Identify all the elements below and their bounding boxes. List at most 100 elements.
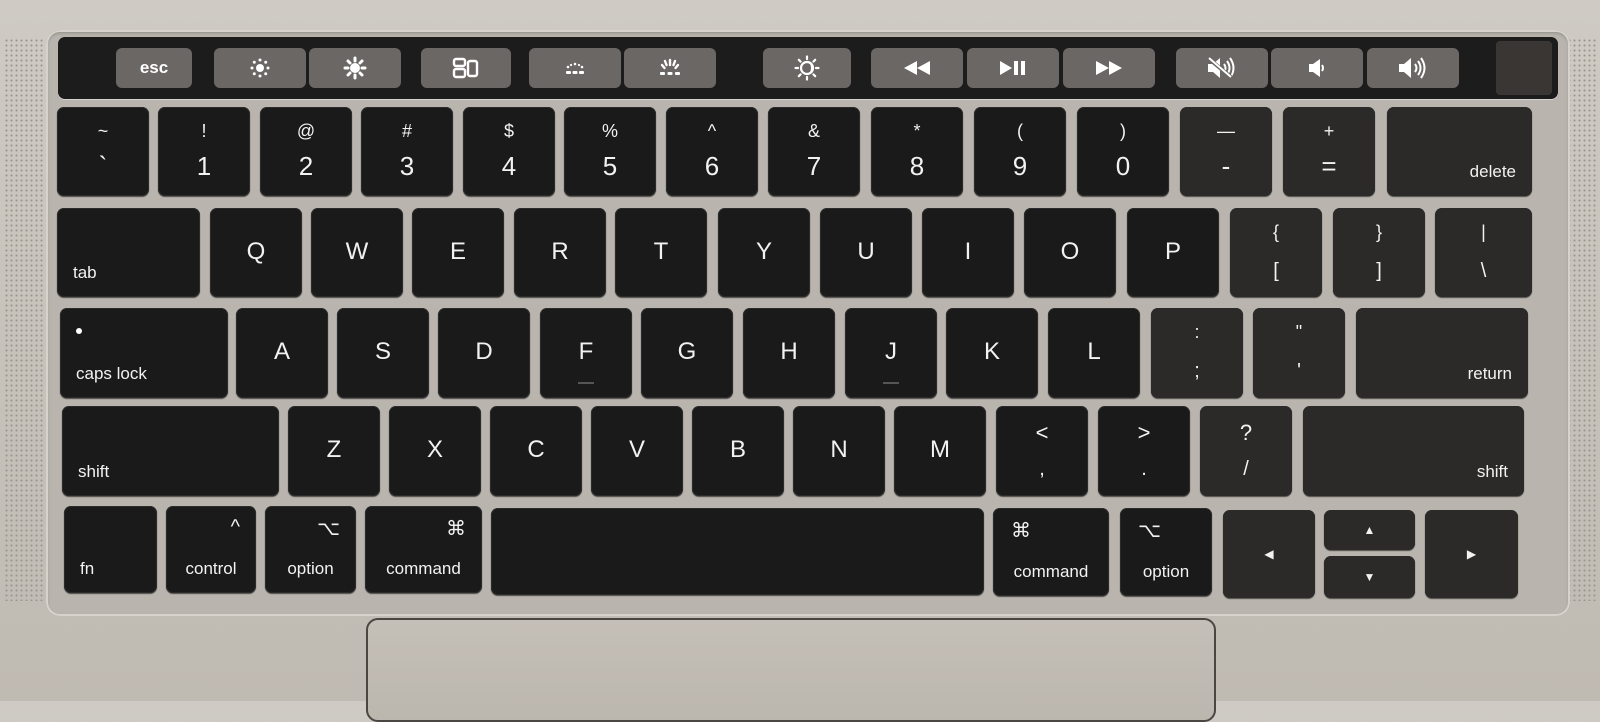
key-shift-symbol: % — [601, 121, 618, 141]
key-p[interactable]: P — [1127, 208, 1219, 297]
key-return[interactable]: return — [1356, 308, 1528, 398]
brightness-down-icon — [250, 58, 270, 78]
key-i[interactable]: I — [922, 208, 1014, 297]
key-left-option[interactable]: ⌥ option — [265, 506, 356, 593]
key-1[interactable]: ! 1 — [158, 107, 250, 196]
key-shift-symbol: { — [1272, 222, 1279, 242]
key-delete[interactable]: delete — [1387, 107, 1532, 196]
touchbar-brightness-up-button[interactable] — [309, 48, 401, 88]
touchbar-mission-control-button[interactable] — [421, 48, 511, 88]
key-2[interactable]: @2 — [260, 107, 352, 196]
key-letter: F — [578, 338, 594, 365]
key-z[interactable]: Z — [288, 406, 380, 496]
key-arrow-up[interactable]: ▲ — [1324, 510, 1415, 550]
key-letter: U — [857, 238, 875, 265]
key-r[interactable]: R — [514, 208, 606, 297]
key-right-command[interactable]: ⌘ command — [993, 508, 1109, 596]
key-open-bracket[interactable]: {[ — [1230, 208, 1322, 297]
key-caps-lock[interactable]: caps lock — [60, 308, 228, 398]
key-k[interactable]: K — [946, 308, 1038, 398]
key-equals[interactable]: + = — [1283, 107, 1375, 196]
touchbar-esc-button[interactable]: esc — [116, 48, 192, 88]
key-9[interactable]: (9 — [974, 107, 1066, 196]
key-b[interactable]: B — [692, 406, 784, 496]
trackpad[interactable] — [366, 618, 1216, 722]
key-n[interactable]: N — [793, 406, 885, 496]
touchbar-fast-forward-button[interactable] — [1063, 48, 1155, 88]
key-6[interactable]: ^ 6 — [666, 107, 758, 196]
key-arrow-right[interactable]: ▶ — [1425, 510, 1518, 598]
key-shift-symbol: @ — [296, 121, 316, 141]
touchbar-night-shift-button[interactable] — [763, 48, 851, 88]
key-h[interactable]: H — [743, 308, 835, 398]
key-x[interactable]: X — [389, 406, 481, 496]
key-left-shift[interactable]: shift — [62, 406, 279, 496]
key-j[interactable]: J — [845, 308, 937, 398]
key-right-shift[interactable]: shift — [1303, 406, 1524, 496]
key-v[interactable]: V — [591, 406, 683, 496]
key-m[interactable]: M — [894, 406, 986, 496]
key-y[interactable]: Y — [718, 208, 810, 297]
key-3[interactable]: #3 — [361, 107, 453, 196]
touchbar-keyboard-light-up-button[interactable] — [624, 48, 716, 88]
key-a[interactable]: A — [236, 308, 328, 398]
speaker-grille-left — [4, 38, 44, 601]
touchbar-volume-up-button[interactable] — [1367, 48, 1459, 88]
key-letter: G — [677, 338, 697, 365]
key-l[interactable]: L — [1048, 308, 1140, 398]
key-0[interactable]: ) 0 — [1077, 107, 1169, 196]
touchbar-play-pause-button[interactable] — [967, 48, 1059, 88]
key-space[interactable] — [491, 508, 984, 595]
key-s[interactable]: S — [337, 308, 429, 398]
key-q[interactable]: Q — [210, 208, 302, 297]
key-minus[interactable]: — - — [1180, 107, 1272, 196]
key-symbol: 9 — [1012, 151, 1028, 181]
key-e[interactable]: E — [412, 208, 504, 297]
delete-label: delete — [1469, 162, 1516, 181]
key-close-bracket[interactable]: }] — [1333, 208, 1425, 297]
option-label: option — [287, 559, 334, 578]
key-right-option[interactable]: ⌥ option — [1120, 508, 1212, 596]
key-5[interactable]: % 5 — [564, 107, 656, 196]
key-symbol: 4 — [501, 151, 517, 181]
key-8[interactable]: * 8 — [871, 107, 963, 196]
key-f[interactable]: F — [540, 308, 632, 398]
key-backtick[interactable]: ~ ` — [57, 107, 149, 196]
key-arrow-down[interactable]: ▼ — [1324, 556, 1415, 598]
option-symbol: ⌥ — [316, 518, 340, 540]
key-semicolon[interactable]: :; — [1151, 308, 1243, 398]
key-o[interactable]: O — [1024, 208, 1116, 297]
key-quote[interactable]: " ' — [1253, 308, 1345, 398]
key-u[interactable]: U — [820, 208, 912, 297]
key-shift-symbol: ^ — [707, 121, 717, 141]
key-slash[interactable]: ? / — [1200, 406, 1292, 496]
brightness-up-icon — [343, 56, 367, 80]
key-c[interactable]: C — [490, 406, 582, 496]
key-7[interactable]: & 7 — [768, 107, 860, 196]
key-w[interactable]: W — [311, 208, 403, 297]
key-tab[interactable]: tab — [57, 208, 200, 297]
key-left-command[interactable]: ⌘ command — [365, 506, 482, 593]
key-letter: R — [551, 238, 569, 265]
key-comma[interactable]: <, — [996, 406, 1088, 496]
touchbar-mute-button[interactable] — [1176, 48, 1268, 88]
key-left-control[interactable]: ^ control — [166, 506, 256, 593]
key-g[interactable]: G — [641, 308, 733, 398]
arrow-right-icon: ▶ — [1466, 547, 1477, 561]
touchbar-rewind-button[interactable] — [871, 48, 963, 88]
key-period[interactable]: >. — [1098, 406, 1190, 496]
key-symbol: ] — [1376, 260, 1382, 282]
key-arrow-left[interactable]: ◀ — [1223, 510, 1315, 598]
key-t[interactable]: T — [615, 208, 707, 297]
touchbar-keyboard-light-down-button[interactable] — [529, 48, 621, 88]
key-shift-symbol: ) — [1120, 121, 1126, 141]
touchbar-brightness-down-button[interactable] — [214, 48, 306, 88]
keyboard-brightness-down-icon — [566, 62, 584, 74]
touchbar-volume-down-button[interactable] — [1271, 48, 1363, 88]
key-4[interactable]: $4 — [463, 107, 555, 196]
key-letter: Q — [246, 238, 266, 265]
key-fn[interactable]: fn — [64, 506, 157, 593]
key-d[interactable]: D — [438, 308, 530, 398]
touch-id-sensor[interactable] — [1496, 41, 1552, 95]
key-backslash[interactable]: | \ — [1435, 208, 1532, 297]
